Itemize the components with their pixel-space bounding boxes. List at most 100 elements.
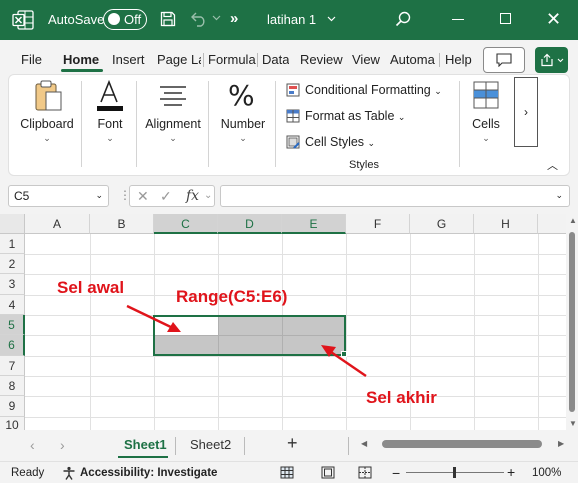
vertical-scrollbar[interactable]: ▲ ▼ bbox=[566, 214, 578, 430]
chevron-left-icon[interactable]: ‹ bbox=[30, 437, 35, 453]
ribbon-scroll-right-button[interactable]: › bbox=[514, 77, 538, 147]
ribbon-separator bbox=[208, 81, 209, 167]
alignment-group[interactable]: Alignment ⌄ bbox=[141, 75, 205, 175]
format-as-table-button[interactable]: Format as Table ⌄ bbox=[286, 109, 405, 129]
chevron-down-icon: ⌄ bbox=[367, 138, 376, 148]
name-box[interactable]: C5 ⌄ bbox=[8, 185, 109, 207]
tab-file[interactable]: File bbox=[21, 52, 42, 67]
comments-button[interactable] bbox=[483, 47, 525, 73]
h-scroll-thumb[interactable] bbox=[382, 440, 542, 448]
column-header-e[interactable]: E bbox=[282, 214, 346, 234]
sheet-tab-sheet1[interactable]: Sheet1 bbox=[124, 437, 167, 452]
save-icon[interactable] bbox=[160, 11, 176, 27]
cells-label: Cells bbox=[472, 117, 500, 131]
row-header-8[interactable]: 8 bbox=[0, 376, 25, 396]
zoom-slider-thumb[interactable] bbox=[453, 467, 456, 478]
chevron-down-icon[interactable]: ⌄ bbox=[204, 190, 212, 201]
page-break-view-icon[interactable] bbox=[358, 466, 372, 479]
accessibility-icon[interactable] bbox=[62, 466, 76, 480]
row-header-6[interactable]: 6 bbox=[0, 335, 25, 356]
arrow-end-icon bbox=[321, 345, 367, 377]
tab-view[interactable]: View bbox=[352, 52, 380, 67]
column-header-a[interactable]: A bbox=[25, 214, 90, 234]
table-icon bbox=[286, 109, 300, 123]
row-header-10[interactable]: 10 bbox=[0, 417, 25, 430]
cell-styles-button[interactable]: Cell Styles ⌄ bbox=[286, 135, 375, 155]
column-header-d[interactable]: D bbox=[218, 214, 282, 234]
undo-dropdown-icon[interactable] bbox=[212, 15, 221, 21]
page-layout-view-icon[interactable] bbox=[321, 466, 335, 479]
tab-automate[interactable]: Automa bbox=[390, 52, 438, 67]
formula-input[interactable]: ⌄ bbox=[220, 185, 570, 207]
chevron-down-icon bbox=[557, 58, 564, 63]
number-group[interactable]: % Number ⌄ bbox=[213, 75, 273, 175]
tab-data[interactable]: Data bbox=[262, 52, 289, 67]
column-header-c[interactable]: C bbox=[154, 214, 218, 234]
share-button[interactable] bbox=[535, 47, 568, 73]
ribbon-separator bbox=[459, 81, 460, 167]
sheet-tab-sheet2[interactable]: Sheet2 bbox=[190, 437, 231, 452]
enter-icon[interactable]: ✓ bbox=[160, 188, 172, 205]
font-group[interactable]: Font ⌄ bbox=[87, 75, 133, 175]
column-header-h[interactable]: H bbox=[474, 214, 538, 234]
scroll-up-icon[interactable]: ▲ bbox=[569, 216, 577, 225]
worksheet-grid[interactable]: A B C D E F G H 1 2 3 4 5 6 7 8 9 10 Sel… bbox=[0, 214, 566, 430]
tab-help[interactable]: Help bbox=[445, 52, 472, 67]
column-header-f[interactable]: F bbox=[346, 214, 410, 234]
clipboard-group[interactable]: Clipboard ⌄ bbox=[15, 75, 79, 175]
select-all-corner[interactable] bbox=[0, 214, 25, 234]
insert-function-icon[interactable]: fx bbox=[186, 188, 199, 204]
normal-view-icon[interactable] bbox=[280, 466, 294, 479]
maximize-icon[interactable] bbox=[500, 13, 511, 24]
tab-formulas[interactable]: Formula bbox=[208, 52, 256, 67]
zoom-in-icon[interactable]: + bbox=[507, 464, 515, 480]
search-icon[interactable] bbox=[395, 11, 411, 27]
active-sheet-indicator bbox=[118, 456, 168, 458]
autosave-toggle[interactable]: Off bbox=[103, 9, 147, 30]
close-icon[interactable]: ✕ bbox=[546, 9, 561, 30]
zoom-level[interactable]: 100% bbox=[532, 467, 561, 479]
zoom-out-icon[interactable]: − bbox=[392, 465, 400, 481]
more-commands-icon[interactable]: » bbox=[230, 10, 238, 27]
chevron-down-icon[interactable] bbox=[327, 16, 336, 22]
h-scroll-left-icon[interactable]: ◀ bbox=[361, 439, 367, 448]
chevron-right-icon[interactable]: › bbox=[60, 437, 65, 453]
collapse-ribbon-icon[interactable]: ︿ bbox=[547, 157, 558, 173]
scroll-down-icon[interactable]: ▼ bbox=[569, 419, 577, 428]
row-header-3[interactable]: 3 bbox=[0, 274, 25, 295]
document-title[interactable]: latihan 1 bbox=[267, 12, 316, 27]
gridline bbox=[25, 254, 566, 255]
chevron-down-icon[interactable]: ⌄ bbox=[95, 190, 103, 201]
status-bar: Ready Accessibility: Investigate − + 100… bbox=[0, 461, 578, 483]
gridline bbox=[25, 356, 566, 357]
column-header-b[interactable]: B bbox=[90, 214, 154, 234]
tab-insert[interactable]: Insert bbox=[112, 52, 145, 67]
expand-formula-icon[interactable]: ⌄ bbox=[555, 190, 563, 201]
row-header-5[interactable]: 5 bbox=[0, 315, 25, 335]
tab-review[interactable]: Review bbox=[300, 52, 343, 67]
formula-buttons: ✕ ✓ fx ⌄ bbox=[129, 185, 215, 207]
tab-home[interactable]: Home bbox=[63, 52, 99, 67]
accessibility-status[interactable]: Accessibility: Investigate bbox=[80, 467, 217, 479]
undo-icon[interactable] bbox=[190, 11, 208, 27]
tab-page-layout[interactable]: Page La bbox=[157, 52, 201, 67]
add-sheet-button[interactable]: + bbox=[287, 433, 298, 454]
annotation-end-cell: Sel akhir bbox=[366, 388, 437, 407]
row-header-9[interactable]: 9 bbox=[0, 396, 25, 417]
conditional-formatting-label: Conditional Formatting bbox=[305, 83, 431, 97]
cancel-icon[interactable]: ✕ bbox=[137, 188, 149, 205]
row-header-7[interactable]: 7 bbox=[0, 356, 25, 376]
font-color-icon bbox=[97, 80, 123, 111]
scroll-thumb[interactable] bbox=[569, 232, 575, 412]
row-header-2[interactable]: 2 bbox=[0, 254, 25, 274]
column-header-g[interactable]: G bbox=[410, 214, 474, 234]
h-scroll-right-icon[interactable]: ▶ bbox=[558, 439, 564, 448]
horizontal-scrollbar[interactable] bbox=[372, 440, 562, 448]
format-as-table-label: Format as Table bbox=[305, 109, 395, 123]
row-header-1[interactable]: 1 bbox=[0, 234, 25, 254]
minimize-icon[interactable] bbox=[452, 19, 464, 20]
cells-group[interactable]: Cells ⌄ bbox=[464, 75, 508, 175]
autosave-state: Off bbox=[124, 12, 142, 27]
conditional-formatting-button[interactable]: Conditional Formatting ⌄ bbox=[286, 83, 442, 103]
row-header-4[interactable]: 4 bbox=[0, 295, 25, 315]
